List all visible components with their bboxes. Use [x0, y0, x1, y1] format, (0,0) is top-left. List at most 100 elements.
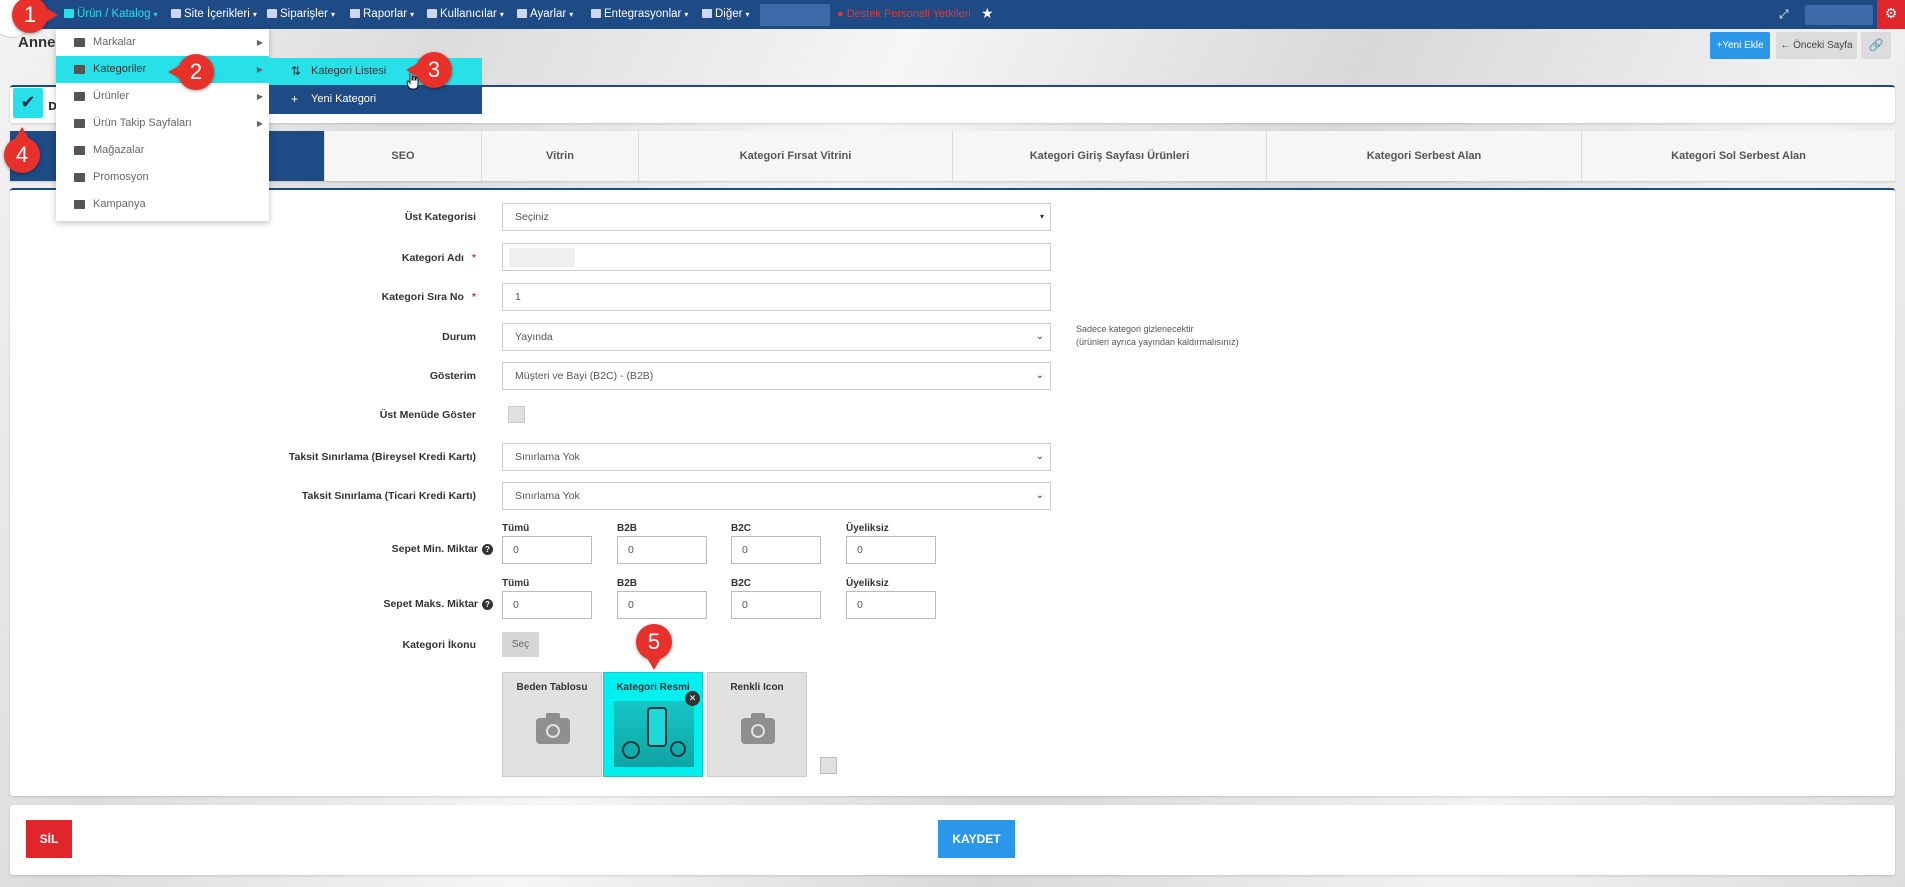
chevron-down-icon: ⌄ [1035, 370, 1044, 381]
category-photo [614, 701, 694, 767]
plus-icon: + [291, 92, 299, 106]
tab-vitrin[interactable]: Vitrin [481, 131, 638, 181]
qty-col-b2c: B2C [731, 523, 752, 534]
cart-icon [267, 9, 277, 18]
camera-icon [741, 713, 775, 744]
display-label: Gösterim [429, 370, 476, 382]
nav-site-icerikleri[interactable]: Site İçerikleri ▾ [171, 0, 257, 29]
menu-item-kampanya[interactable]: Kampanya [56, 191, 269, 218]
display-select[interactable]: Müşteri ve Bayi (B2C) - (B2B) ⌄ [502, 362, 1051, 390]
select-icon-button[interactable]: Seç [502, 632, 539, 657]
category-order-label: Kategori Sıra No * [381, 291, 476, 303]
caret-down-icon: ▾ [330, 10, 335, 19]
cart-min-b2c-input[interactable]: 0 [731, 536, 821, 564]
caret-right-icon: ▶ [256, 38, 263, 47]
caret-down-icon: ▾ [252, 10, 257, 19]
report-icon [350, 9, 360, 18]
link-icon[interactable]: 🔗 [1861, 32, 1891, 59]
nav-entegrasyonlar[interactable]: Entegrasyonlar ▾ [591, 0, 688, 29]
qty-col-guest: Üyeliksiz [846, 578, 889, 589]
qty-col-b2b: B2B [617, 523, 638, 534]
menu-item-magazalar[interactable]: Mağazalar [56, 137, 269, 164]
top-menu-label: Üst Menüde Göster [379, 409, 476, 421]
tab-kategori-sol-serbest-alan[interactable]: Kategori Sol Serbest Alan [1581, 131, 1895, 181]
installment-personal-select[interactable]: Sınırlama Yok ⌄ [502, 443, 1051, 471]
user-menu[interactable] [1805, 5, 1873, 25]
redacted-value [509, 248, 575, 267]
cart-min-label: Sepet Min. Miktar? [392, 543, 493, 555]
camera-icon [536, 713, 570, 744]
delete-button[interactable]: SİL [26, 820, 72, 858]
image-checkbox[interactable] [820, 757, 837, 774]
tab-seo[interactable]: SEO [324, 131, 481, 181]
scooter-wheel-graphic [670, 741, 686, 757]
cart-min-all-input[interactable]: 0 [502, 536, 592, 564]
page-icon [171, 9, 181, 18]
support-permissions-link[interactable]: ● Destek Personeli Yetkileri [837, 0, 971, 29]
step-badge-2: 2 [168, 54, 214, 90]
parent-category-select[interactable]: Seçiniz ▾ [502, 203, 1051, 231]
caret-down-icon: ▾ [153, 10, 158, 19]
cart-max-b2c-input[interactable]: 0 [731, 591, 821, 619]
submenu-item-yeni-kategori[interactable]: + Yeni Kategori [269, 85, 482, 114]
previous-page-button[interactable]: ← Önceki Sayfa [1776, 32, 1857, 59]
help-icon[interactable]: ? [482, 544, 493, 555]
qty-col-b2c: B2C [731, 578, 752, 589]
nav-kullanicilar[interactable]: Kullanıcılar ▾ [427, 0, 504, 29]
nav-siparisler[interactable]: Siparişler ▾ [267, 0, 335, 29]
settings-gear-icon[interactable]: ⚙ [1877, 0, 1905, 29]
favorite-star-icon[interactable]: ★ [981, 0, 994, 29]
add-new-button[interactable]: +Yeni Ekle [1710, 32, 1770, 59]
parent-category-label: Üst Kategorisi [404, 211, 476, 223]
category-order-input[interactable]: 1 [502, 283, 1051, 311]
qty-col-all: Tümü [502, 578, 530, 589]
grid-icon [702, 9, 712, 18]
caret-right-icon: ▶ [256, 119, 263, 128]
caret-right-icon: ▶ [256, 65, 263, 74]
tab-kategori-serbest-alan[interactable]: Kategori Serbest Alan [1266, 131, 1581, 181]
cart-max-guest-input[interactable]: 0 [846, 591, 936, 619]
check-icon[interactable]: ✔ [13, 88, 43, 118]
category-name-input[interactable] [502, 243, 1051, 271]
cart-max-b2b-input[interactable]: 0 [617, 591, 707, 619]
top-menu-checkbox[interactable] [508, 406, 525, 423]
nav-ayarlar[interactable]: Ayarlar ▾ [517, 0, 573, 29]
category-icon-label: Kategori İkonu [402, 639, 476, 651]
menu-item-markalar[interactable]: Markalar ▶ [56, 29, 269, 56]
calendar-check-icon [74, 119, 85, 128]
sort-icon: ⇅ [291, 64, 302, 78]
caret-down-icon: ▾ [569, 10, 574, 19]
help-icon[interactable]: ? [482, 599, 493, 610]
image-slot-color-icon[interactable]: Renkli Icon [707, 672, 807, 777]
cart-max-all-input[interactable]: 0 [502, 591, 592, 619]
tab-kategori-giris-sayfasi-urunleri[interactable]: Kategori Giriş Sayfası Ürünleri [952, 131, 1266, 181]
tags-icon [74, 200, 85, 209]
cart-min-guest-input[interactable]: 0 [846, 536, 936, 564]
image-slot-size-chart[interactable]: Beden Tablosu [502, 672, 602, 777]
qty-col-guest: Üyeliksiz [846, 523, 889, 534]
menu-item-urun-takip-sayfalari[interactable]: Ürün Takip Sayfaları ▶ [56, 110, 269, 137]
caret-down-icon: ▾ [410, 10, 415, 19]
chevron-down-icon: ⌄ [1035, 490, 1044, 501]
caret-down-icon: ▾ [684, 10, 689, 19]
menu-item-promosyon[interactable]: Promosyon [56, 164, 269, 191]
status-select[interactable]: Yayında ⌄ [502, 323, 1051, 351]
tab-kategori-firsat-vitrini[interactable]: Kategori Fırsat Vitrini [638, 131, 952, 181]
cubes-icon [74, 92, 85, 101]
expand-icon[interactable]: ⤢ [1779, 0, 1789, 29]
remove-image-icon[interactable]: ✕ [685, 691, 700, 706]
card-icon [74, 38, 85, 47]
cart-min-b2b-input[interactable]: 0 [617, 536, 707, 564]
save-button[interactable]: KAYDET [938, 820, 1015, 858]
caret-right-icon: ▶ [256, 92, 263, 101]
nav-urun-katalog[interactable]: Ürün / Katalog ▾ [64, 0, 158, 29]
status-hint: Sadece kategori gizlenecektir (ürünleri a… [1076, 324, 1239, 347]
nav-raporlar[interactable]: Raporlar ▾ [350, 0, 414, 29]
step-badge-4: 4 [4, 127, 40, 173]
image-slot-category-image[interactable]: Kategori Resmi ✕ [603, 672, 703, 777]
menu-item-kategoriler[interactable]: Kategoriler ▶ [56, 56, 269, 83]
menu-item-urunler[interactable]: Ürünler ▶ [56, 83, 269, 110]
installment-business-select[interactable]: Sınırlama Yok ⌄ [502, 482, 1051, 510]
chevron-down-icon: ⌄ [1035, 331, 1044, 342]
nav-diger[interactable]: Diğer ▾ [702, 0, 750, 29]
